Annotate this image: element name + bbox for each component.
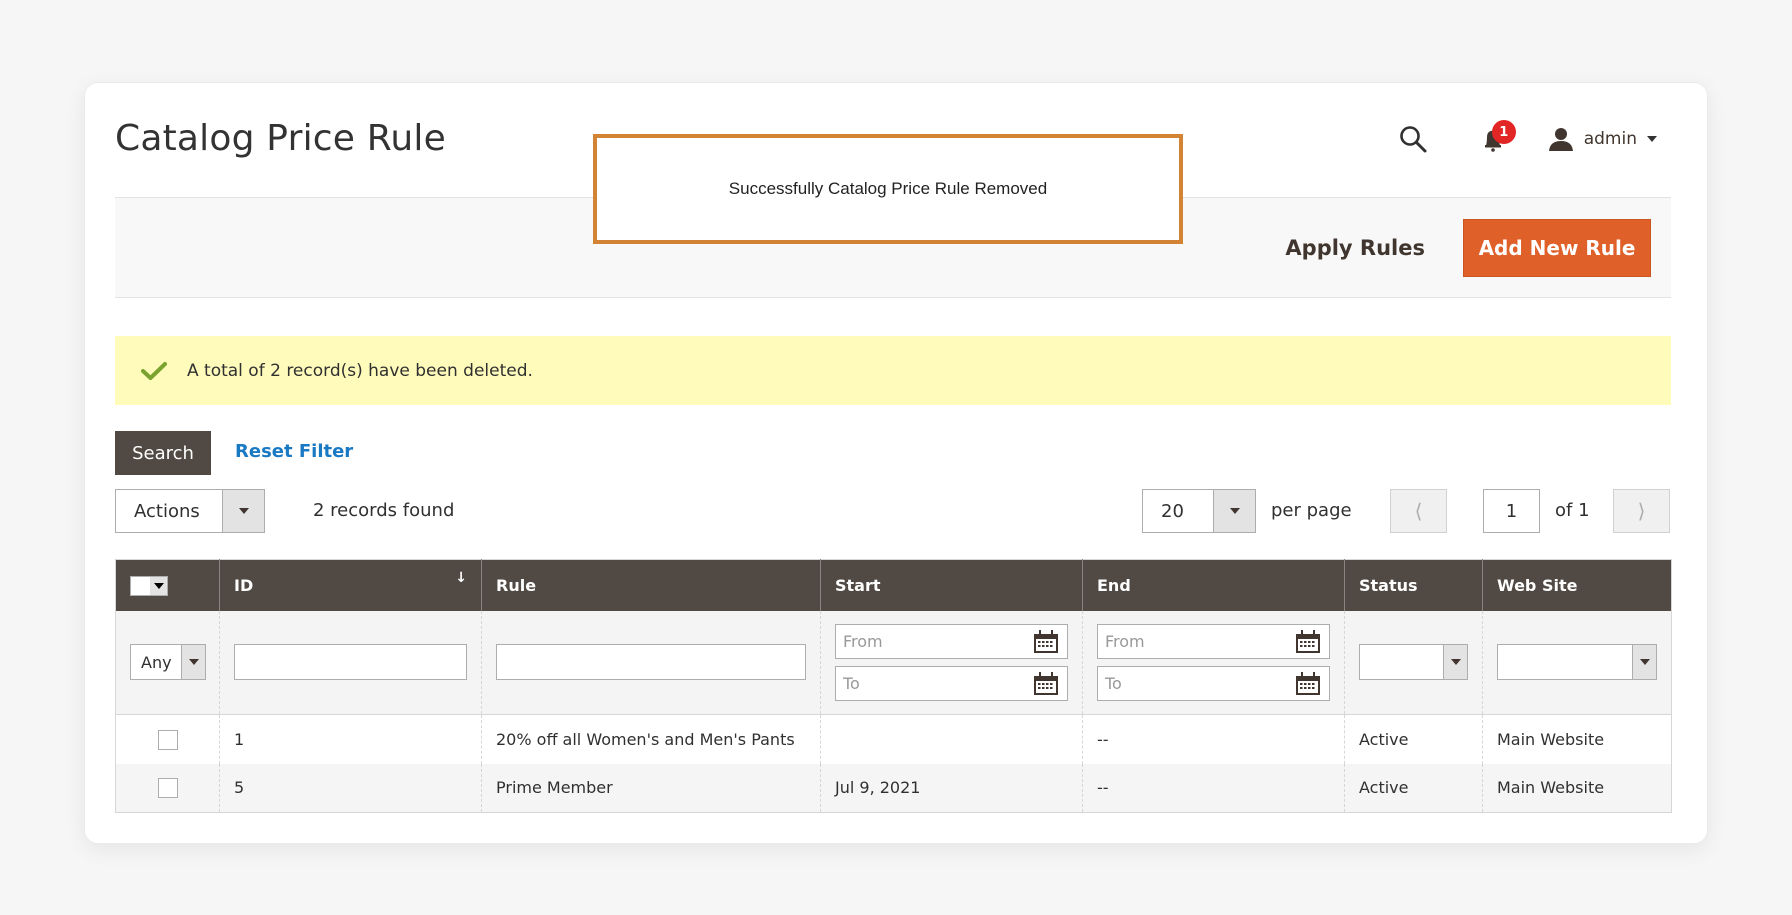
chevron-right-icon: ⟩ — [1637, 499, 1646, 523]
per-page-value: 20 — [1161, 500, 1184, 522]
page-title: Catalog Price Rule — [115, 118, 446, 159]
cell-end: -- — [1082, 714, 1345, 764]
filter-status-toggle[interactable] — [1443, 645, 1467, 680]
per-page-label: per page — [1271, 500, 1352, 521]
filter-end-to-input[interactable]: To — [1097, 665, 1330, 701]
cell-start — [820, 714, 1083, 764]
mass-select-checkbox[interactable] — [131, 576, 150, 595]
cell-start: Jul 9, 2021 — [820, 763, 1083, 813]
table-row[interactable]: 1 20% off all Women's and Men's Pants --… — [115, 714, 1672, 764]
column-header-website[interactable]: Web Site — [1482, 559, 1672, 611]
cell-website: Main Website — [1482, 763, 1672, 813]
current-page-input[interactable] — [1483, 489, 1540, 533]
filter-status-select[interactable] — [1359, 644, 1468, 681]
chevron-down-icon — [188, 659, 199, 666]
table-row[interactable]: 5 Prime Member Jul 9, 2021 -- Active Mai… — [115, 763, 1672, 813]
column-header-select — [115, 559, 220, 611]
row-checkbox[interactable] — [157, 778, 178, 798]
mass-select-toggle[interactable] — [150, 576, 167, 595]
column-header-status[interactable]: Status — [1344, 559, 1483, 611]
apply-rules-button[interactable]: Apply Rules — [1285, 236, 1425, 260]
previous-page-button[interactable]: ⟨ — [1390, 489, 1447, 533]
admin-user-menu[interactable]: admin — [1548, 126, 1657, 152]
search-icon — [1399, 126, 1427, 153]
per-page-toggle[interactable] — [1213, 490, 1255, 532]
filter-end-from-input[interactable]: From — [1097, 623, 1330, 659]
column-header-id[interactable]: ID ↓ — [219, 559, 482, 611]
calendar-icon[interactable] — [1295, 671, 1321, 696]
per-page-dropdown[interactable]: 20 — [1142, 489, 1256, 533]
add-new-rule-button[interactable]: Add New Rule — [1463, 219, 1651, 277]
column-header-rule[interactable]: Rule — [481, 559, 821, 611]
cell-id: 5 — [219, 763, 482, 813]
page-card: Catalog Price Rule 1 admin Apply Rules A… — [84, 82, 1708, 844]
cell-rule: 20% off all Women's and Men's Pants — [481, 714, 821, 764]
success-message-text: A total of 2 record(s) have been deleted… — [187, 360, 533, 381]
user-icon — [1548, 128, 1573, 151]
global-search-button[interactable] — [1398, 124, 1478, 154]
toast-message: Successfully Catalog Price Rule Removed — [728, 179, 1048, 198]
records-found-count: 2 records found — [313, 500, 455, 521]
filter-website-select[interactable] — [1497, 644, 1657, 681]
cell-id: 1 — [219, 714, 482, 764]
calendar-icon[interactable] — [1033, 671, 1059, 696]
column-header-end[interactable]: End — [1082, 559, 1345, 611]
grid-header-row: ID ↓ Rule Start End Status Web Site — [115, 559, 1672, 611]
notifications-count-badge: 1 — [1491, 120, 1516, 144]
cell-website: Main Website — [1482, 714, 1672, 764]
calendar-icon[interactable] — [1295, 629, 1321, 654]
actions-dropdown-toggle[interactable] — [222, 490, 264, 532]
next-page-button[interactable]: ⟩ — [1613, 489, 1670, 533]
filter-start-from-input[interactable]: From — [835, 623, 1068, 659]
chevron-down-icon — [1450, 659, 1461, 666]
grid-filter-row: Any From To From To — [115, 610, 1672, 715]
chevron-down-icon — [153, 582, 164, 589]
cell-rule: Prime Member — [481, 763, 821, 813]
toast-notification: Successfully Catalog Price Rule Removed — [593, 134, 1183, 244]
actions-dropdown[interactable]: Actions — [115, 489, 265, 533]
chevron-down-icon — [1229, 508, 1240, 514]
filter-id-input[interactable] — [234, 644, 467, 681]
calendar-icon[interactable] — [1033, 629, 1059, 654]
success-message: A total of 2 record(s) have been deleted… — [115, 336, 1671, 405]
column-header-start[interactable]: Start — [820, 559, 1083, 611]
row-checkbox[interactable] — [157, 729, 178, 750]
filter-select-any-value: Any — [141, 652, 172, 672]
total-pages-label: of 1 — [1555, 500, 1590, 521]
sort-descending-icon: ↓ — [455, 570, 467, 586]
header-tools: 1 admin — [1398, 119, 1657, 159]
filter-select-any[interactable]: Any — [130, 644, 206, 681]
filter-website-toggle[interactable] — [1632, 645, 1656, 680]
filter-rule-input[interactable] — [496, 644, 806, 681]
chevron-down-icon — [238, 508, 249, 514]
filter-select-any-toggle[interactable] — [181, 645, 205, 680]
cell-status: Active — [1344, 714, 1483, 764]
cell-status: Active — [1344, 763, 1483, 813]
filter-start-to-input[interactable]: To — [835, 665, 1068, 701]
check-icon — [141, 361, 167, 380]
chevron-left-icon: ⟨ — [1414, 499, 1423, 523]
catalog-rules-grid: ID↓ Rule Start End Status Web Site Any — [115, 559, 1672, 813]
cell-end: -- — [1082, 763, 1345, 813]
chevron-down-icon — [1647, 136, 1657, 142]
search-button[interactable]: Search — [115, 431, 211, 475]
actions-dropdown-value: Actions — [134, 500, 200, 522]
notifications-button[interactable]: 1 — [1478, 120, 1516, 154]
mass-select-dropdown[interactable] — [130, 575, 168, 596]
chevron-down-icon — [1639, 659, 1650, 666]
admin-username: admin — [1583, 129, 1637, 149]
reset-filter-link[interactable]: Reset Filter — [235, 441, 353, 462]
